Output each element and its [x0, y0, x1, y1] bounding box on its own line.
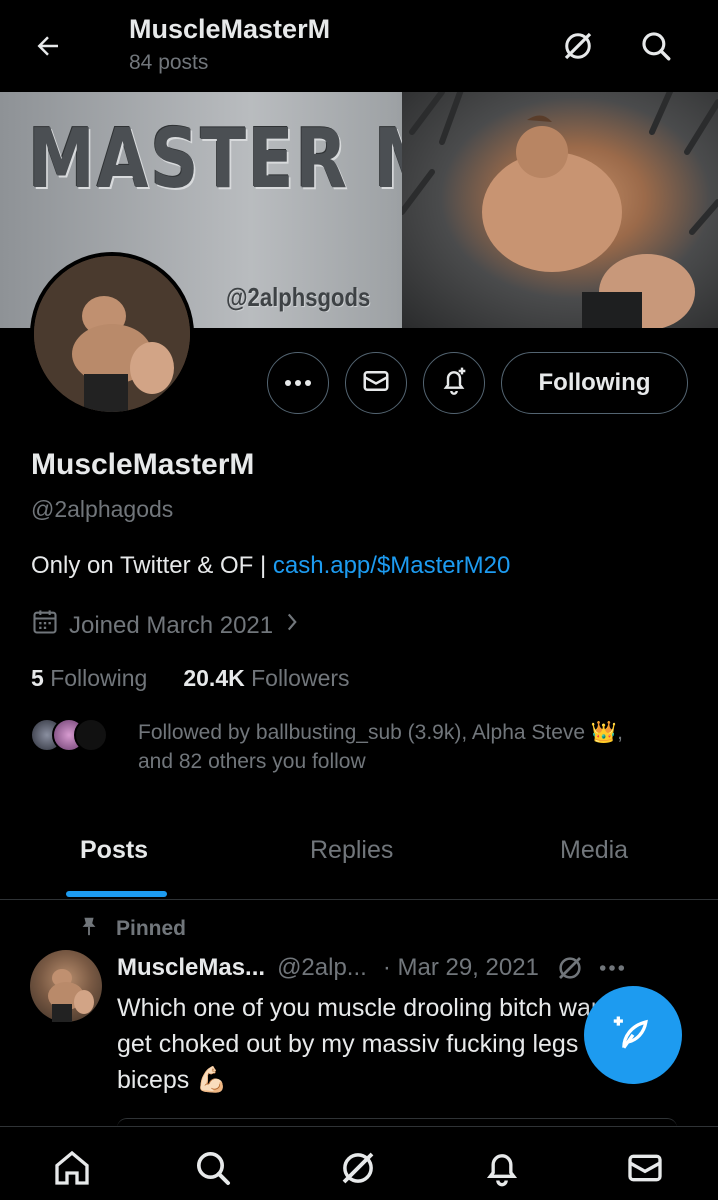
followed-by-text[interactable]: Followed by ballbusting_sub (3.9k), Alph… [138, 718, 698, 776]
chevron-right-icon [283, 609, 301, 642]
followed-by-line-1: Followed by ballbusting_sub (3.9k), Alph… [138, 721, 623, 744]
tab-posts[interactable]: Posts [80, 836, 148, 865]
bio-link[interactable]: cash.app/$MasterM20 [273, 552, 510, 579]
following-label: Following [50, 665, 148, 691]
pinned-text: Pinned [116, 917, 187, 940]
notifications-button[interactable] [423, 352, 485, 414]
tab-media[interactable]: Media [560, 836, 628, 865]
followed-by-line-2: and 82 others you follow [138, 750, 366, 773]
search-icon[interactable] [636, 26, 676, 66]
bio-text: Only on Twitter & OF | [31, 552, 273, 579]
post-header: MuscleMas... @2alp... · Mar 29, 2021 [117, 953, 625, 983]
profile-tabs: Posts Replies Media [0, 820, 718, 900]
message-button[interactable] [345, 352, 407, 414]
bell-plus-icon [438, 365, 470, 402]
banner-handle: @2alphsgods [226, 282, 371, 312]
follow-stats: 5 Following 20.4K Followers [31, 665, 350, 692]
profile-handle: @2alphagods [31, 496, 174, 522]
more-button[interactable] [267, 352, 329, 414]
calendar-icon [31, 608, 59, 643]
profile-name: MuscleMasterM [31, 448, 255, 481]
bell-icon[interactable] [479, 1145, 525, 1191]
following-count: 5 [31, 665, 44, 691]
pin-icon [78, 914, 100, 944]
joined-date[interactable]: Joined March 2021 [31, 608, 301, 643]
following-link[interactable]: 5 Following [31, 665, 147, 692]
search-icon[interactable] [190, 1145, 236, 1191]
grok-icon[interactable] [558, 26, 598, 66]
active-tab-indicator [66, 891, 167, 897]
mail-icon [361, 366, 391, 401]
home-icon[interactable] [49, 1145, 95, 1191]
compose-icon [611, 1011, 655, 1060]
post-date[interactable]: · Mar 29, 2021 [383, 954, 539, 982]
compose-button[interactable] [584, 986, 682, 1084]
header-name: MuscleMasterM [129, 14, 331, 44]
more-icon[interactable] [599, 964, 625, 972]
top-bar: MuscleMasterM 84 posts [0, 0, 718, 92]
pinned-label: Pinned [78, 914, 186, 944]
followers-link[interactable]: 20.4K Followers [183, 665, 349, 692]
post-handle[interactable]: @2alp... [277, 954, 367, 982]
grok-icon[interactable] [555, 953, 585, 983]
tab-replies[interactable]: Replies [310, 836, 393, 865]
banner-title: MASTER M [28, 112, 443, 207]
grok-icon[interactable] [335, 1145, 381, 1191]
profile-bio: Only on Twitter & OF | cash.app/$MasterM… [31, 552, 510, 580]
profile-avatar[interactable] [30, 252, 194, 416]
following-button[interactable]: Following [501, 352, 688, 414]
followed-by-avatars[interactable] [30, 718, 108, 752]
more-icon [284, 374, 312, 392]
avatar [74, 718, 108, 752]
bottom-nav [0, 1126, 718, 1200]
followers-count: 20.4K [183, 665, 245, 691]
post-author[interactable]: MuscleMas... [117, 954, 265, 982]
header-title-block: MuscleMasterM 84 posts [129, 14, 330, 75]
followers-label: Followers [251, 665, 350, 691]
back-arrow-icon[interactable] [28, 26, 68, 66]
post-avatar[interactable] [30, 950, 102, 1022]
banner-photo [399, 92, 718, 328]
joined-text: Joined March 2021 [69, 611, 274, 639]
mail-icon[interactable] [622, 1145, 668, 1191]
header-posts-count: 84 posts [129, 51, 209, 74]
